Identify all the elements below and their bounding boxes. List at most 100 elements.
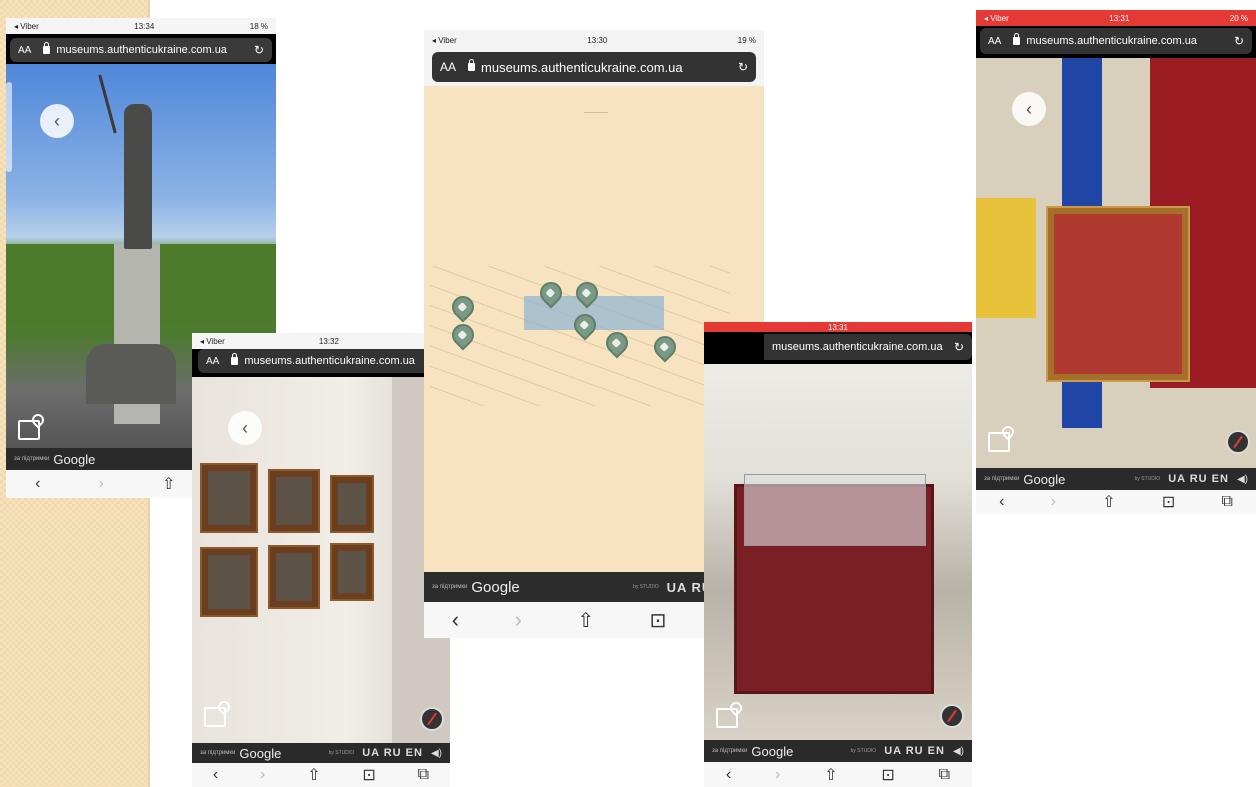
back-button[interactable]: ‹ — [228, 411, 262, 445]
scroll-indicator[interactable] — [6, 82, 12, 172]
map-icon[interactable] — [988, 432, 1010, 452]
portrait-frame — [330, 475, 374, 533]
bookmarks-button[interactable]: ⊡ — [650, 608, 667, 633]
browser-back-button[interactable]: ‹ — [726, 766, 731, 784]
address-bar[interactable]: AA museums.authenticukraine.com.ua — [198, 349, 450, 373]
bookmarks-button[interactable]: ⊡ — [1162, 492, 1175, 512]
battery: 19 % — [737, 35, 756, 45]
phone-screenshot-portraits: ◂ Viber 13:32 19 AA museums.authenticukr… — [192, 333, 450, 787]
language-switcher[interactable]: UA RU EN — [1168, 473, 1229, 485]
language-switcher[interactable]: UA RU EN — [362, 747, 423, 759]
reload-icon[interactable]: ↻ — [1234, 34, 1244, 48]
url-text: museums.authenticukraine.com.ua — [772, 341, 943, 353]
powered-by-label: за підтримки — [14, 456, 50, 462]
speaker-icon[interactable]: ◀) — [1237, 474, 1248, 485]
powered-by-label: за підтримки — [200, 750, 236, 756]
google-logo: Google — [471, 578, 520, 596]
speaker-icon[interactable]: ◀) — [431, 748, 442, 759]
portrait-frame — [1046, 206, 1190, 382]
studio-credit: by STUDIO — [328, 750, 355, 756]
browser-back-button[interactable]: ‹ — [999, 493, 1004, 511]
address-bar[interactable]: AA museums.authenticukraine.com.ua ↻ — [980, 28, 1252, 54]
browser-back-button[interactable]: ‹ — [452, 607, 459, 633]
address-bar[interactable]: museums.authenticukraine.com.ua ↻ — [764, 334, 972, 360]
site-footer: за підтримки Google by STUDIO UA RU EN ◀… — [976, 468, 1256, 490]
share-button[interactable]: ⇧ — [824, 765, 837, 785]
clock: 13:34 — [134, 21, 155, 31]
map-icon[interactable] — [204, 707, 226, 727]
yellow-banner — [976, 198, 1036, 318]
lock-icon — [231, 353, 239, 365]
bookmarks-button[interactable]: ⊡ — [362, 765, 375, 785]
tabs-button[interactable]: ⧉ — [418, 766, 429, 784]
reader-button[interactable]: AA — [440, 60, 456, 74]
speaker-icon[interactable]: ◀) — [953, 746, 964, 757]
panorama-view[interactable]: ‹ — [192, 377, 450, 743]
panorama-view[interactable]: ‹ — [976, 58, 1256, 468]
carrier: ◂ Viber — [984, 13, 1009, 23]
tabs-button[interactable]: ⧉ — [1221, 493, 1232, 511]
battery: 20 % — [1229, 13, 1248, 23]
url-text: museums.authenticukraine.com.ua — [481, 59, 683, 75]
reader-button[interactable]: AA — [18, 45, 31, 56]
compass-icon[interactable] — [940, 704, 964, 728]
lock-icon — [43, 42, 51, 54]
status-bar: ◂ Viber 13:32 19 — [192, 333, 450, 349]
reload-icon[interactable]: ↻ — [954, 340, 964, 354]
browser-forward-button[interactable]: › — [775, 766, 780, 784]
language-switcher[interactable]: UA RU EN — [884, 745, 945, 757]
google-logo: Google — [1023, 471, 1066, 487]
reload-icon[interactable]: ↻ — [254, 43, 264, 57]
powered-by-label: за підтримки — [432, 584, 468, 590]
browser-back-button[interactable]: ‹ — [213, 766, 218, 784]
address-bar[interactable]: AA museums.authenticukraine.com.ua ↻ — [432, 52, 756, 82]
browser-toolbar: ‹ › ⇧ ⊡ ⧉ — [192, 763, 450, 787]
browser-back-button[interactable]: ‹ — [35, 475, 40, 493]
browser-toolbar: ‹ › ⇧ ⊡ ⧉ — [976, 490, 1256, 514]
back-button[interactable]: ‹ — [1012, 92, 1046, 126]
tabs-button[interactable]: ⧉ — [939, 766, 950, 784]
address-bar[interactable]: AA museums.authenticukraine.com.ua ↻ — [10, 38, 272, 62]
map-icon[interactable] — [18, 420, 40, 440]
carrier: ◂ Viber — [200, 336, 225, 346]
lock-icon — [1013, 33, 1021, 45]
carrier: ◂ Viber — [14, 21, 39, 31]
status-bar: ◂ Viber 13:30 19 % — [424, 30, 764, 50]
panorama-view[interactable] — [704, 364, 972, 740]
share-button[interactable]: ⇧ — [577, 608, 594, 633]
bookmarks-button[interactable]: ⊡ — [881, 765, 894, 785]
status-bar: ◂ Viber 13:34 18 % — [6, 18, 276, 34]
browser-toolbar: ‹ › ⇧ ⊡ ⧉ — [704, 762, 972, 787]
browser-forward-button[interactable]: › — [515, 607, 522, 633]
google-logo: Google — [53, 451, 96, 467]
browser-forward-button[interactable]: › — [99, 475, 104, 493]
back-button[interactable]: ‹ — [40, 104, 74, 138]
portrait-frame — [200, 463, 258, 533]
logo — [584, 94, 608, 113]
browser-forward-button[interactable]: › — [1051, 493, 1056, 511]
url-text: museums.authenticukraine.com.ua — [244, 355, 415, 367]
url-text: museums.authenticukraine.com.ua — [56, 44, 227, 56]
google-logo: Google — [239, 745, 282, 761]
reader-button[interactable]: AA — [206, 356, 219, 367]
status-bar: ◂ Viber 13:31 20 % — [976, 10, 1256, 26]
studio-credit: by STUDIO — [1134, 476, 1161, 482]
portrait-frame — [268, 545, 320, 609]
portrait-frame — [268, 469, 320, 533]
browser-forward-button[interactable]: › — [260, 766, 265, 784]
clock: 13:31 — [827, 322, 849, 332]
url-text: museums.authenticukraine.com.ua — [1026, 35, 1197, 47]
map-icon[interactable] — [716, 708, 738, 728]
powered-by-label: за підтримки — [984, 476, 1020, 482]
share-button[interactable]: ⇧ — [162, 474, 175, 494]
studio-credit: by STUDIO — [633, 584, 659, 590]
phone-screenshot-hetman-portrait: ◂ Viber 13:31 20 % AA museums.authenticu… — [976, 10, 1256, 514]
compass-icon[interactable] — [1226, 430, 1250, 454]
phone-screenshot-showcase: 13:31 museums.authenticukraine.com.ua ↻ … — [704, 322, 972, 787]
share-button[interactable]: ⇧ — [307, 765, 320, 785]
compass-icon[interactable] — [420, 707, 444, 731]
share-button[interactable]: ⇧ — [1102, 492, 1115, 512]
reader-button[interactable]: AA — [988, 36, 1001, 47]
status-bar: 13:31 — [704, 322, 972, 332]
reload-icon[interactable]: ↻ — [738, 60, 748, 74]
